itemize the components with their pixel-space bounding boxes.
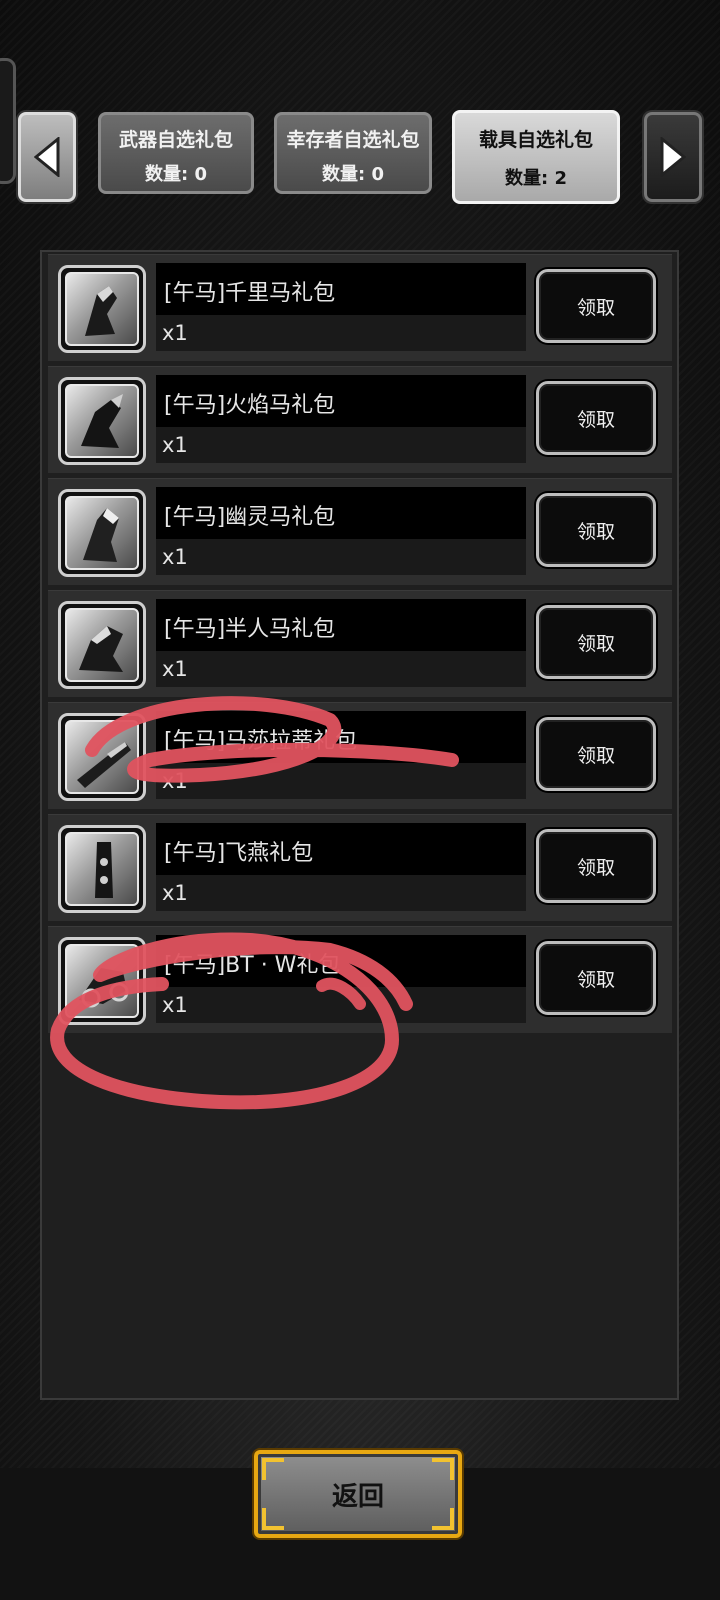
item-thumbnail bbox=[58, 489, 146, 577]
item-name: [午马]幽灵马礼包 bbox=[164, 505, 336, 530]
tab-title: 幸存者自选礼包 bbox=[286, 129, 420, 151]
list-item: [午马]马莎拉蒂礼包 x1 领取 bbox=[48, 702, 672, 809]
item-name-box: [午马]千里马礼包 bbox=[156, 263, 526, 315]
list-item: [午马]火焰马礼包 x1 领取 bbox=[48, 366, 672, 473]
tab-title: 武器自选礼包 bbox=[118, 129, 233, 151]
item-qty-box: x1 bbox=[156, 987, 526, 1023]
item-thumbnail bbox=[58, 825, 146, 913]
claim-button[interactable]: 领取 bbox=[536, 269, 656, 343]
item-name-box: [午马]幽灵马礼包 bbox=[156, 487, 526, 539]
mount-icon bbox=[85, 286, 117, 336]
item-quantity: x1 bbox=[162, 433, 188, 457]
prev-tab-button[interactable] bbox=[18, 112, 76, 202]
list-item: [午马]飞燕礼包 x1 领取 bbox=[48, 814, 672, 921]
item-quantity: x1 bbox=[162, 545, 188, 569]
item-name-box: [午马]马莎拉蒂礼包 bbox=[156, 711, 526, 763]
tab-count: 数量: 2 bbox=[505, 168, 567, 189]
item-name: [午马]火焰马礼包 bbox=[164, 393, 336, 418]
triangle-right-icon bbox=[660, 137, 686, 177]
mount-icon bbox=[81, 394, 123, 448]
item-thumbnail bbox=[58, 937, 146, 1025]
corner-ornament bbox=[262, 1458, 284, 1480]
mount-icon bbox=[83, 508, 119, 562]
item-qty-box: x1 bbox=[156, 539, 526, 575]
corner-ornament bbox=[262, 1508, 284, 1530]
item-name-box: [午马]BT · W礼包 bbox=[156, 935, 526, 987]
corner-ornament bbox=[432, 1508, 454, 1530]
list-item: [午马]BT · W礼包 x1 领取 bbox=[48, 926, 672, 1033]
claim-button[interactable]: 领取 bbox=[536, 381, 656, 455]
mount-icon bbox=[79, 626, 123, 672]
claim-button[interactable]: 领取 bbox=[536, 717, 656, 791]
claim-button[interactable]: 领取 bbox=[536, 605, 656, 679]
tab-title: 载具自选礼包 bbox=[478, 129, 593, 151]
back-button-label: 返回 bbox=[331, 1481, 384, 1512]
item-quantity: x1 bbox=[162, 321, 188, 345]
item-qty-box: x1 bbox=[156, 763, 526, 799]
item-thumbnail bbox=[58, 265, 146, 353]
claim-button[interactable]: 领取 bbox=[536, 941, 656, 1015]
tab-vehicle-pack[interactable]: 载具自选礼包 数量: 2 bbox=[452, 110, 620, 204]
item-thumbnail bbox=[58, 713, 146, 801]
list-item: [午马]幽灵马礼包 x1 领取 bbox=[48, 478, 672, 585]
item-name-box: [午马]飞燕礼包 bbox=[156, 823, 526, 875]
mount-icon bbox=[79, 968, 129, 1008]
mount-icon bbox=[95, 842, 113, 898]
item-name: [午马]BT · W礼包 bbox=[164, 953, 341, 978]
tab-count: 数量: 0 bbox=[322, 164, 384, 185]
item-quantity: x1 bbox=[162, 769, 188, 793]
tab-count: 数量: 0 bbox=[145, 164, 207, 185]
list-item: [午马]半人马礼包 x1 领取 bbox=[48, 590, 672, 697]
item-qty-box: x1 bbox=[156, 315, 526, 351]
item-name: [午马]半人马礼包 bbox=[164, 617, 336, 642]
item-quantity: x1 bbox=[162, 657, 188, 681]
item-name: [午马]千里马礼包 bbox=[164, 281, 336, 306]
back-button[interactable]: 返回 bbox=[254, 1450, 462, 1538]
item-thumbnail bbox=[58, 601, 146, 689]
mount-icon bbox=[77, 742, 131, 788]
list-item: [午马]千里马礼包 x1 领取 bbox=[48, 254, 672, 361]
corner-ornament bbox=[432, 1458, 454, 1480]
side-handle bbox=[0, 58, 16, 184]
item-qty-box: x1 bbox=[156, 875, 526, 911]
tab-survivor-pack[interactable]: 幸存者自选礼包 数量: 0 bbox=[274, 112, 432, 194]
claim-button[interactable]: 领取 bbox=[536, 829, 656, 903]
gift-pack-screen: 武器自选礼包 数量: 0 幸存者自选礼包 数量: 0 载具自选礼包 数量: 2 … bbox=[0, 0, 720, 1600]
item-thumbnail bbox=[58, 377, 146, 465]
triangle-left-icon bbox=[34, 137, 60, 177]
claim-button[interactable]: 领取 bbox=[536, 493, 656, 567]
item-name-box: [午马]火焰马礼包 bbox=[156, 375, 526, 427]
item-qty-box: x1 bbox=[156, 651, 526, 687]
tab-weapon-pack[interactable]: 武器自选礼包 数量: 0 bbox=[98, 112, 254, 194]
item-quantity: x1 bbox=[162, 881, 188, 905]
item-quantity: x1 bbox=[162, 993, 188, 1017]
item-name-box: [午马]半人马礼包 bbox=[156, 599, 526, 651]
item-name: [午马]飞燕礼包 bbox=[164, 841, 314, 866]
item-qty-box: x1 bbox=[156, 427, 526, 463]
next-tab-button[interactable] bbox=[644, 112, 702, 202]
item-name: [午马]马莎拉蒂礼包 bbox=[164, 729, 358, 754]
